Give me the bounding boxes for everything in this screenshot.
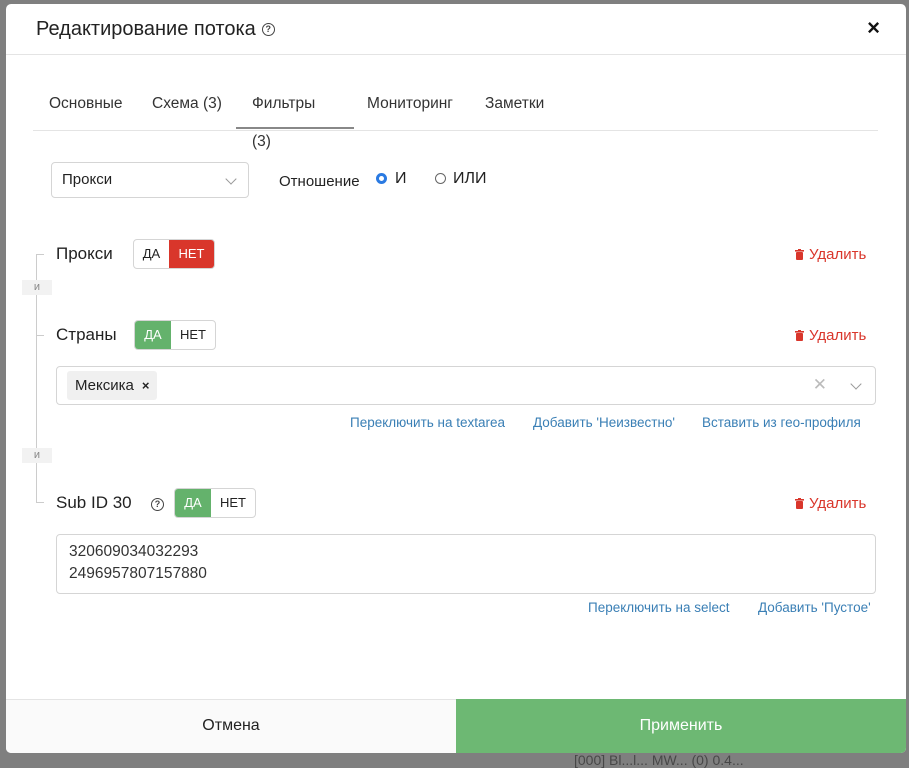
subid-values-textarea[interactable]: 320609034032293 2496957807157880: [56, 534, 876, 594]
toggle-no-button[interactable]: НЕТ: [169, 240, 214, 268]
help-icon[interactable]: ?: [261, 23, 275, 36]
subid-value-line: 320609034032293: [69, 543, 199, 560]
filter-subid-name: Sub ID 30: [56, 493, 132, 512]
cancel-button[interactable]: Отмена: [6, 699, 456, 753]
edit-stream-modal: Редактирование потока? × Основные Схема …: [6, 4, 906, 753]
tab-main[interactable]: Основные: [33, 85, 139, 129]
tree-branch: [36, 502, 44, 503]
trash-icon: [795, 498, 804, 509]
delete-label: Удалить: [809, 495, 867, 512]
toggle-yes-button[interactable]: ДА: [134, 240, 169, 268]
tab-monitoring[interactable]: Мониторинг: [351, 85, 469, 129]
filter-subid-toggle: ДА НЕТ: [174, 488, 256, 518]
modal-footer: Отмена Применить: [6, 699, 906, 753]
add-unknown-link[interactable]: Добавить 'Неизвестно': [533, 415, 675, 430]
relation-label: Отношение: [279, 173, 360, 190]
modal-header: Редактирование потока? ×: [6, 4, 906, 55]
toggle-no-button[interactable]: НЕТ: [211, 489, 255, 517]
modal-title-text: Редактирование потока: [36, 18, 256, 40]
chevron-down-icon: [225, 173, 237, 185]
add-empty-link[interactable]: Добавить 'Пустое': [758, 600, 871, 615]
and-connector: и: [22, 448, 52, 463]
delete-label: Удалить: [809, 327, 867, 344]
country-tag: Мексика ×: [67, 371, 158, 400]
filter-countries-label: Страны: [56, 325, 117, 344]
delete-filter-proxy-button[interactable]: Удалить: [795, 246, 866, 263]
relation-and-label: И: [395, 170, 407, 187]
relation-and-radio[interactable]: [376, 173, 387, 184]
filter-subid-label: Sub ID 30: [56, 493, 132, 513]
tab-filters[interactable]: Фильтры (3): [236, 85, 354, 150]
country-tag-label: Мексика: [75, 377, 134, 394]
filter-type-value: Прокси: [62, 171, 113, 188]
trash-icon: [795, 330, 804, 341]
clear-icon[interactable]: ✕: [813, 375, 827, 395]
help-icon[interactable]: ?: [151, 498, 164, 511]
switch-to-select-link[interactable]: Переключить на select: [588, 600, 730, 615]
filter-proxy-toggle: ДА НЕТ: [133, 239, 215, 269]
chevron-down-icon[interactable]: [850, 378, 862, 390]
subid-value-line: 2496957807157880: [69, 565, 207, 582]
delete-label: Удалить: [809, 246, 867, 263]
relation-or-label: ИЛИ: [453, 170, 487, 187]
tab-bar: Основные Схема (3) Фильтры (3) Мониторин…: [33, 85, 878, 150]
toggle-yes-button[interactable]: ДА: [175, 489, 211, 517]
tree-branch: [36, 335, 44, 336]
and-connector: и: [22, 280, 52, 295]
filter-countries-toggle: ДА НЕТ: [134, 320, 216, 350]
tab-schema[interactable]: Схема (3): [136, 85, 238, 129]
delete-filter-countries-button[interactable]: Удалить: [795, 327, 866, 344]
toggle-yes-button[interactable]: ДА: [135, 321, 171, 349]
background-page-fragment: [000] Bl...l... MW... (0) 0.4...: [574, 752, 744, 768]
switch-to-textarea-link[interactable]: Переключить на textarea: [350, 415, 505, 430]
apply-button[interactable]: Применить: [456, 699, 906, 753]
trash-icon: [795, 249, 804, 260]
toggle-no-button[interactable]: НЕТ: [171, 321, 215, 349]
close-button[interactable]: ×: [867, 17, 880, 39]
insert-from-geo-profile-link[interactable]: Вставить из гео-профиля: [702, 415, 861, 430]
countries-multiselect[interactable]: Мексика × ✕: [56, 366, 876, 405]
filter-proxy-label: Прокси: [56, 244, 113, 263]
filter-type-select[interactable]: Прокси: [51, 162, 249, 198]
relation-or-radio[interactable]: [435, 173, 446, 184]
tree-branch: [36, 254, 44, 255]
delete-filter-subid-button[interactable]: Удалить: [795, 495, 866, 512]
remove-tag-icon[interactable]: ×: [142, 378, 150, 393]
tab-notes[interactable]: Заметки: [469, 85, 560, 129]
modal-title: Редактирование потока?: [36, 18, 275, 41]
